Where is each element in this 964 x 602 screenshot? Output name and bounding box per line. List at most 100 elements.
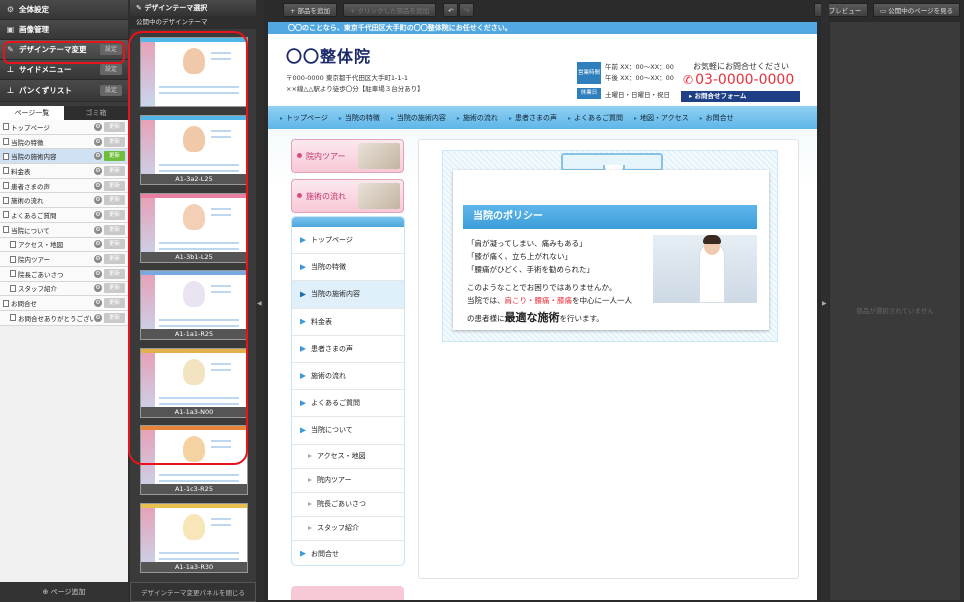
page-update-button[interactable]: 更新	[104, 312, 125, 323]
gear-icon[interactable]: ⚙	[94, 210, 102, 219]
page-row[interactable]: アクセス・地図 ⚙ 更新	[0, 237, 128, 253]
side-nav-item[interactable]: アクセス・地図	[292, 445, 404, 469]
add-page-button[interactable]: ⊕ ページ追加	[0, 582, 128, 602]
contact-form-button[interactable]: ▸ お問合せフォーム	[681, 91, 800, 102]
body2-pre: 当院では、	[467, 296, 505, 305]
page-list: トップページ ⚙ 更新 当院の特徴 ⚙ 更新 当院の施術内容 ⚙ 更新 料金表 ⚙ 更新 患者さまの声 ⚙…	[0, 120, 128, 582]
gear-icon[interactable]: ⚙	[94, 122, 102, 131]
side-nav-item[interactable]: 料金表	[292, 309, 404, 336]
gear-icon[interactable]: ⚙	[94, 284, 102, 293]
side-nav-item[interactable]: 院内ツアー	[292, 469, 404, 493]
page-icon	[10, 314, 16, 322]
site-nav-item[interactable]: 当院の施術内容	[391, 113, 446, 123]
page-row[interactable]: 患者さまの声 ⚙ 更新	[0, 178, 128, 194]
side-nav-item[interactable]: 院長ごあいさつ	[292, 493, 404, 517]
theme-thumbnail[interactable]: A1-1a3-R30	[140, 503, 248, 573]
page-row[interactable]: お問合せ ⚙ 更新	[0, 296, 128, 311]
highlight-theme-list	[128, 31, 248, 465]
site-nav-item[interactable]: 当院の特徴	[339, 113, 380, 123]
banner-flow-image	[358, 183, 400, 209]
gear-icon[interactable]: ⚙	[94, 137, 102, 146]
site-preview: 〇〇のことなら、東京千代田区大手町の〇〇整体院にお任せください。 〇〇整体院 〒…	[268, 22, 817, 600]
side-nav-item[interactable]: 当院について	[292, 417, 404, 445]
menu-settings-button[interactable]: 設定	[99, 64, 122, 75]
page-update-button[interactable]: 更新	[104, 239, 125, 250]
side-nav-item[interactable]: 施術の流れ	[292, 363, 404, 391]
banner-flow[interactable]: 施術の流れ	[291, 179, 404, 213]
page-row[interactable]: 当院の施術内容 ⚙ 更新	[0, 149, 128, 165]
gear-icon[interactable]: ⚙	[94, 240, 102, 249]
gear-icon[interactable]: ⚙	[94, 181, 102, 190]
gear-icon: ⚙	[6, 5, 15, 14]
gear-icon[interactable]: ⚙	[94, 166, 102, 175]
page-row[interactable]: 院内ツアー ⚙ 更新	[0, 252, 128, 267]
side-nav-item[interactable]: 当院の特徴	[292, 254, 404, 282]
page-update-button[interactable]: 更新	[104, 298, 125, 309]
page-update-button[interactable]: 更新	[104, 121, 125, 132]
collapse-right-handle[interactable]: ▶	[821, 0, 829, 602]
tab-trash[interactable]: ゴミ箱	[64, 106, 128, 120]
page-update-button[interactable]: 更新	[104, 268, 125, 279]
add-part-button[interactable]: + 部品を追加	[283, 3, 338, 17]
collapse-left-handle[interactable]: ◀	[256, 0, 264, 602]
site-nav-item[interactable]: 地図・アクセス	[634, 113, 689, 123]
gear-icon[interactable]: ⚙	[94, 313, 102, 322]
side-nav-item[interactable]: スタッフ紹介	[292, 517, 404, 541]
gear-icon[interactable]: ⚙	[94, 255, 102, 264]
banner-tour[interactable]: 院内ツアー	[291, 139, 404, 173]
contact-label: お気軽にお問合せください	[693, 62, 789, 71]
page-update-button[interactable]: 更新	[104, 283, 125, 294]
view-public-button[interactable]: ▭ 公開中のページを見る	[873, 3, 961, 17]
site-nav-item[interactable]: トップページ	[280, 113, 328, 123]
page-row[interactable]: お問合せありがとうございます⚙更新	[0, 310, 128, 326]
side-nav-item[interactable]: よくあるご質問	[292, 390, 404, 418]
menu-settings-button[interactable]: 設定	[99, 85, 122, 96]
page-update-button[interactable]: 更新	[104, 136, 125, 147]
photo-hair	[703, 235, 721, 244]
page-update-button[interactable]: 更新	[104, 195, 125, 206]
page-update-button[interactable]: 更新	[104, 254, 125, 265]
side-nav-item[interactable]: 当院の施術内容	[292, 281, 404, 309]
add-clicked-part-button[interactable]: + クリックした部品を追加	[343, 3, 437, 17]
page-row[interactable]: 料金表 ⚙ 更新	[0, 164, 128, 179]
gear-icon[interactable]: ⚙	[94, 299, 102, 308]
gear-icon[interactable]: ⚙	[94, 269, 102, 278]
page-row[interactable]: 当院の特徴 ⚙ 更新	[0, 134, 128, 150]
page-update-button[interactable]: 更新	[104, 180, 125, 191]
phone-icon: ✆	[683, 73, 694, 87]
left-menu-item[interactable]: ⊥ パンくずリスト 設定	[0, 80, 128, 102]
gear-icon[interactable]: ⚙	[94, 225, 102, 234]
page-row[interactable]: 施術の流れ ⚙ 更新	[0, 193, 128, 209]
page-row[interactable]: 院長ごあいさつ ⚙ 更新	[0, 266, 128, 282]
page-icon	[3, 211, 9, 219]
gear-icon[interactable]: ⚙	[94, 196, 102, 205]
site-nav-item[interactable]: お問合せ	[700, 113, 734, 123]
side-nav-item[interactable]: お問合せ	[292, 541, 404, 566]
body2-highlight: 肩こり・腰痛・膝痛	[504, 296, 573, 305]
site-name[interactable]: 〇〇整体院	[286, 43, 371, 67]
side-nav-item[interactable]: トップページ	[292, 227, 404, 255]
theme-panel-subtitle: 公開中のデザインテーマ	[130, 16, 256, 29]
tab-pages[interactable]: ページ一覧	[0, 106, 64, 120]
site-nav-item[interactable]: よくあるご質問	[568, 113, 623, 123]
page-update-button[interactable]: 更新	[104, 165, 125, 176]
page-update-button[interactable]: 更新	[104, 209, 125, 220]
site-nav-item[interactable]: 施術の流れ	[457, 113, 498, 123]
site-global-nav: トップページ 当院の特徴 当院の施術内容 施術の流れ 患者さまの声 よくあるご質問 地図・ア…	[268, 106, 817, 129]
left-menu-item[interactable]: ⚙ 全体設定	[0, 0, 128, 20]
page-row[interactable]: よくあるご質問 ⚙ 更新	[0, 208, 128, 223]
site-nav-item[interactable]: 患者さまの声	[509, 113, 557, 123]
redo-button[interactable]: ↷	[459, 3, 475, 17]
page-row[interactable]: トップページ ⚙ 更新	[0, 120, 128, 135]
left-menu-item[interactable]: ▣ 画像管理	[0, 20, 128, 40]
page-row[interactable]: 当院について ⚙ 更新	[0, 222, 128, 238]
quote-1: 「肩が凝ってしまい、痛みもある」	[467, 239, 587, 248]
undo-button[interactable]: ↶	[443, 3, 459, 17]
page-row[interactable]: スタッフ紹介 ⚙ 更新	[0, 281, 128, 297]
close-theme-panel-button[interactable]: デザインテーマ変更パネルを閉じる	[130, 582, 256, 602]
side-nav-item[interactable]: 患者さまの声	[292, 336, 404, 363]
page-update-button[interactable]: 更新	[104, 151, 125, 162]
gear-icon[interactable]: ⚙	[94, 152, 102, 161]
policy-section[interactable]: 当院のポリシー 「肩が凝ってしまい、痛みもある」 「膝が痛く、立ち上がれない」 …	[442, 150, 778, 342]
page-update-button[interactable]: 更新	[104, 224, 125, 235]
